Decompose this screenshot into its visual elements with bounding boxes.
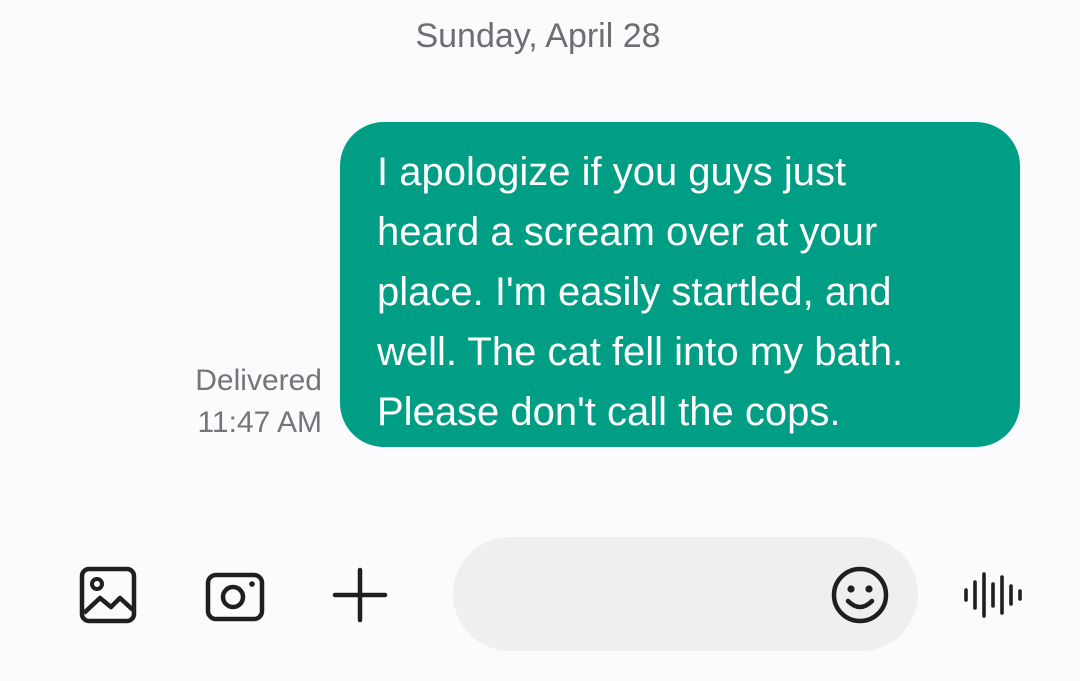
gallery-button[interactable] — [78, 565, 138, 625]
camera-icon — [205, 572, 265, 622]
add-attachment-button[interactable] — [330, 565, 390, 625]
message-input[interactable] — [493, 567, 827, 623]
emoji-button[interactable] — [829, 564, 891, 626]
message-meta: Delivered 11:47 AM — [195, 360, 322, 444]
voice-message-button[interactable] — [960, 568, 1026, 622]
voice-icon — [964, 572, 1022, 618]
date-header: Sunday, April 28 — [415, 17, 661, 55]
gallery-icon — [79, 566, 137, 624]
sent-message-bubble[interactable]: I apologize if you guys just heard a scr… — [340, 122, 1020, 447]
camera-button[interactable] — [204, 565, 266, 625]
plus-icon — [332, 567, 388, 623]
delivery-status: Delivered — [195, 364, 322, 397]
emoji-icon — [831, 566, 889, 624]
message-time: 11:47 AM — [197, 406, 322, 439]
